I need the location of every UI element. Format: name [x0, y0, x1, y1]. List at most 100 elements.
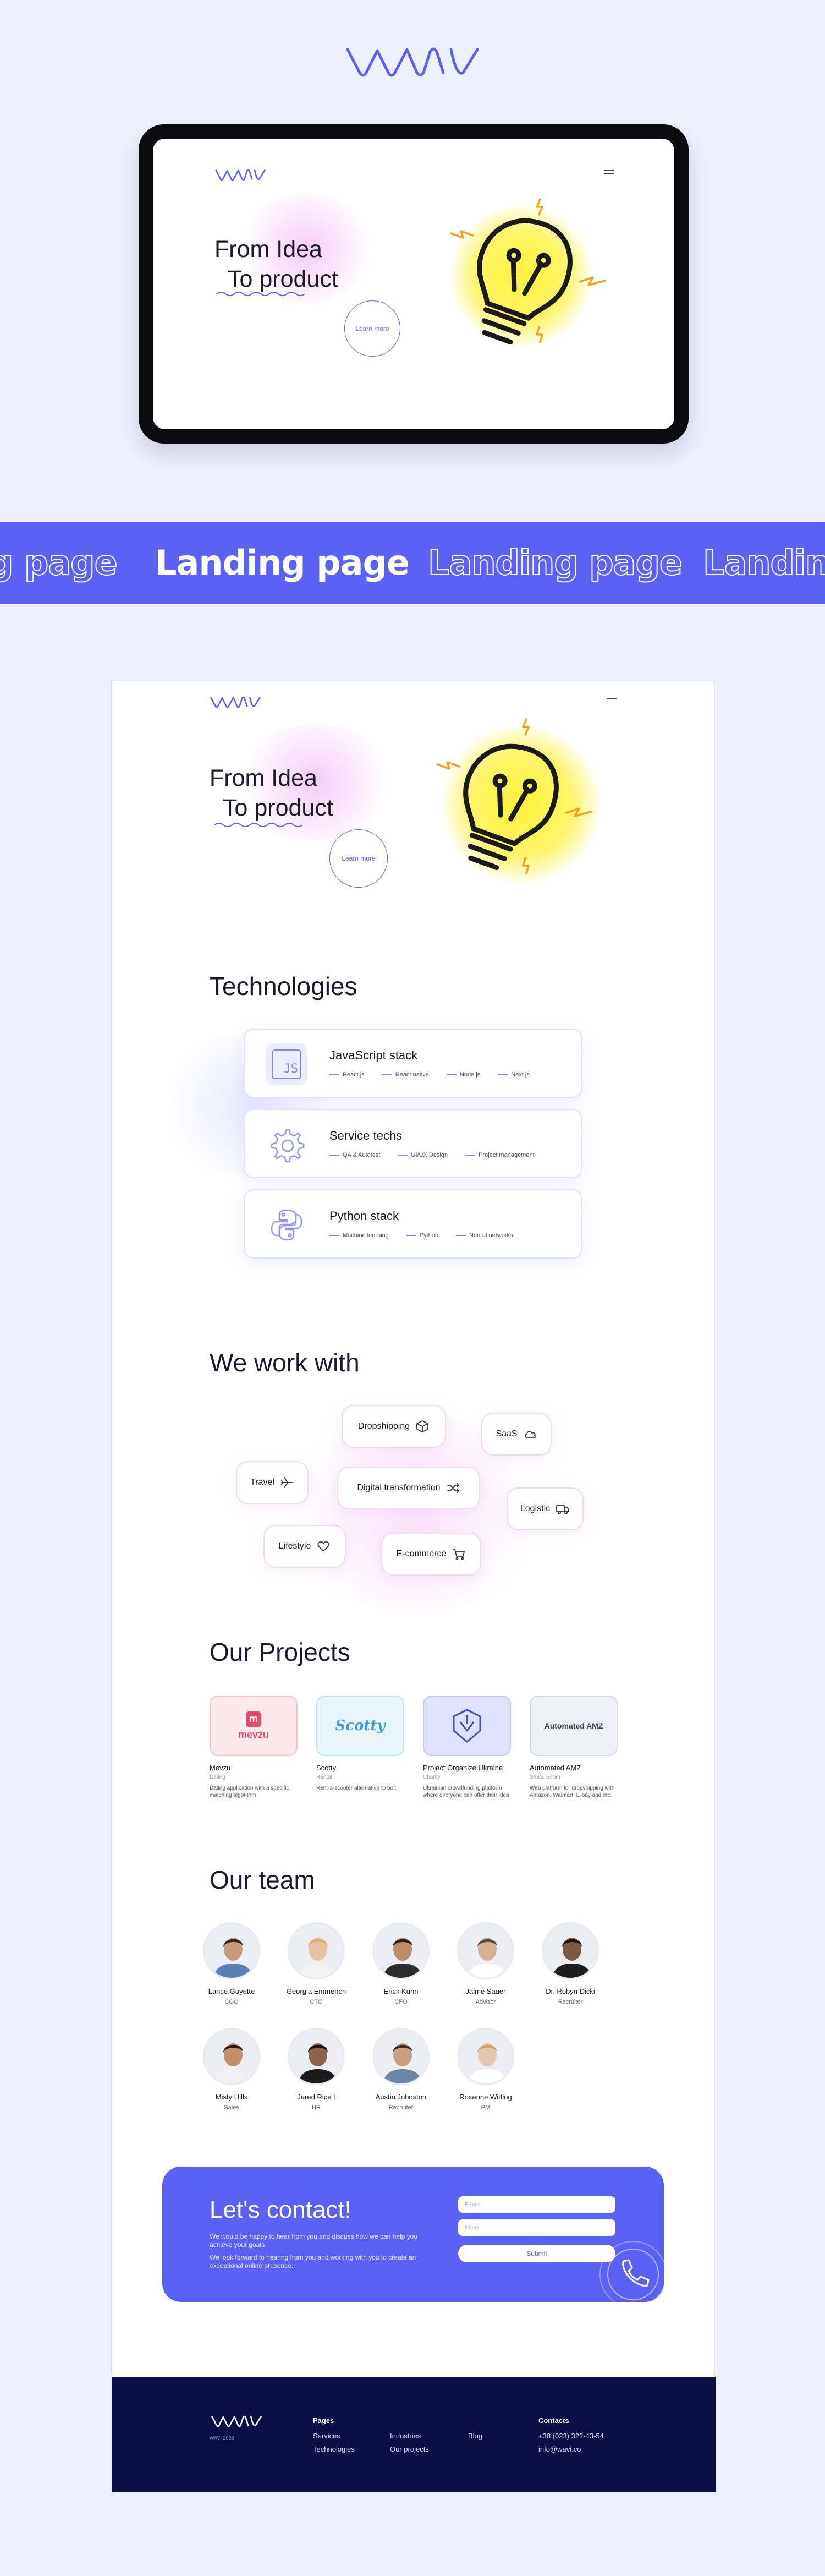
industry-saas[interactable]: SaaS: [481, 1413, 552, 1456]
footer-link-services[interactable]: Services: [313, 2432, 340, 2440]
team-member[interactable]: Misty Hills Sales: [193, 2028, 270, 2111]
team-member[interactable]: Roxanne Witting PM: [447, 2028, 524, 2111]
project-organize-ukraine[interactable]: Project Organize Ukraine Charity Ukraini…: [423, 1696, 511, 1799]
footer-pages-heading: Pages: [313, 2416, 334, 2425]
name-field[interactable]: [458, 2219, 615, 2236]
team-member[interactable]: Lance Goyette COO: [193, 1922, 270, 2005]
wavi-logo-header[interactable]: [208, 693, 262, 710]
footer-link-industries[interactable]: Industries: [390, 2432, 421, 2440]
member-name: Misty Hills: [215, 2093, 248, 2101]
avatar: [372, 1922, 430, 1979]
member-name: Austin Johnston: [375, 2093, 427, 2101]
member-role: Advisor: [475, 1999, 496, 2005]
hero-title: From Idea To product: [215, 236, 338, 292]
avatar: [288, 2028, 345, 2085]
truck-icon: [556, 1505, 570, 1514]
industry-lifestyle[interactable]: Lifestyle: [263, 1525, 346, 1568]
banner-text-2: Landing page: [155, 543, 410, 583]
technologies-title: Technologies: [210, 972, 358, 1000]
industry-logistic[interactable]: Logistic: [507, 1487, 584, 1530]
team-member[interactable]: Georgia Emmerich CTO: [278, 1922, 355, 2005]
footer-link-our-projects[interactable]: Our projects: [390, 2445, 429, 2453]
project-mevzu[interactable]: m mevzu Mevzu Dating Dating application …: [210, 1696, 298, 1799]
tech-card-service[interactable]: Service techs QA & Autotest UI/UX Design…: [244, 1109, 582, 1178]
avatar: [542, 1922, 599, 1979]
footer-contacts-heading: Contacts: [538, 2416, 569, 2425]
cart-icon: [453, 1549, 465, 1560]
member-name: Dr. Robyn Dicki: [546, 1987, 595, 1995]
team-member[interactable]: Dr. Robyn Dicki Recruiter: [532, 1922, 609, 2005]
wavi-logo-footer[interactable]: [210, 2412, 263, 2430]
landing-page-mockup: From Idea To product Learn more Technolo…: [111, 680, 716, 2492]
tech-tags: Machine learning Python Neural networks: [329, 1232, 513, 1239]
team-member[interactable]: Jared Rice I HR: [278, 2028, 355, 2111]
cloud-icon: [524, 1431, 536, 1438]
automated-amz-logo: Automated AMZ: [530, 1696, 618, 1756]
footer-link-blog[interactable]: Blog: [468, 2432, 482, 2440]
tech-tags: QA & Autotest UI/UX Design Project manag…: [329, 1152, 535, 1158]
hero-title: From Idea To product: [210, 765, 333, 821]
industry-travel[interactable]: Travel: [236, 1461, 309, 1504]
footer-phone[interactable]: +38 (023) 322-43-54: [538, 2432, 604, 2440]
tablet-mockup: From Idea To product Learn more: [139, 124, 689, 444]
member-name: Erick Kuhn: [383, 1987, 419, 1995]
scotty-logo: Scotty: [316, 1696, 404, 1756]
learn-more-button[interactable]: Learn more: [344, 300, 400, 357]
contact-title: Let's contact!: [210, 2196, 351, 2223]
member-role: Sales: [224, 2104, 239, 2111]
footer-link-technologies[interactable]: Technologies: [313, 2445, 355, 2453]
menu-icon[interactable]: [604, 170, 614, 176]
shuffle-icon: [447, 1483, 459, 1493]
member-role: CFO: [394, 1999, 408, 2005]
member-name: Jared Rice I: [297, 2093, 336, 2101]
email-field[interactable]: [458, 2196, 615, 2213]
organize-ukraine-logo: [423, 1696, 511, 1756]
footer-email[interactable]: info@wavi.co: [538, 2445, 581, 2453]
submit-button[interactable]: Submit: [458, 2245, 615, 2262]
industry-ecommerce[interactable]: E-commerce: [381, 1533, 481, 1576]
avatar: [288, 1922, 345, 1979]
avatar: [372, 2028, 430, 2085]
banner-text-1: g page: [0, 542, 118, 583]
tablet-screen: From Idea To product Learn more: [153, 139, 674, 429]
team-member[interactable]: Erick Kuhn CFO: [362, 1922, 439, 2005]
squiggle-underline: [214, 823, 303, 827]
tech-card-python[interactable]: Python stack Machine learning Python Neu…: [244, 1189, 582, 1259]
member-name: Lance Goyette: [208, 1987, 255, 1995]
tech-card-javascript[interactable]: JS JavaScript stack React.js React nativ…: [244, 1029, 582, 1098]
our-projects-title: Our Projects: [210, 1638, 350, 1666]
team-member[interactable]: Jaime Sauer Advisor: [447, 1922, 524, 2005]
squiggle-underline: [216, 292, 305, 296]
phone-icon: [600, 2241, 664, 2302]
menu-icon[interactable]: [607, 698, 617, 704]
member-name: Georgia Emmerich: [286, 1987, 346, 1995]
lightbulb-icon: [450, 198, 606, 345]
member-role: PM: [481, 2104, 491, 2111]
project-automated-amz[interactable]: Automated AMZ Automated AMZ SaaS, Ecom W…: [530, 1696, 618, 1799]
member-role: Recruiter: [558, 1999, 583, 2005]
member-role: HR: [312, 2104, 321, 2111]
team-member[interactable]: Austin Johnston Recruiter: [362, 2028, 439, 2111]
learn-more-button[interactable]: Learn more: [329, 829, 388, 888]
tech-title: Python stack: [329, 1209, 399, 1223]
project-scotty[interactable]: Scotty Scotty Rental Rent-a-scooter alte…: [316, 1696, 404, 1792]
we-work-with-title: We work with: [210, 1348, 360, 1377]
avatar: [457, 1922, 514, 1979]
member-role: Recruiter: [388, 2104, 414, 2111]
industry-dropshipping[interactable]: Dropshipping: [342, 1405, 446, 1448]
contact-text-2: We look forward to hearing from you and …: [210, 2254, 416, 2269]
industry-digital-transformation[interactable]: Digital transformation: [337, 1467, 480, 1509]
plane-icon: [281, 1477, 293, 1488]
footer: WAVI 2023 Pages Services Technologies In…: [112, 2377, 716, 2492]
box-icon: [416, 1420, 429, 1432]
member-role: CTO: [310, 1999, 323, 2005]
wavi-logo-small: [215, 169, 266, 181]
member-name: Roxanne Witting: [459, 2093, 512, 2101]
contact-section: Let's contact! We would be happy to hear…: [162, 2167, 664, 2302]
landing-page-banner: g page Landing page Landing page Landin: [0, 522, 825, 604]
mevzu-logo: m mevzu: [210, 1696, 298, 1756]
banner-text-3: Landing page: [427, 542, 683, 583]
member-name: Jaime Sauer: [465, 1987, 506, 1995]
footer-copyright: WAVI 2023: [210, 2435, 234, 2441]
tech-title: JavaScript stack: [329, 1048, 418, 1062]
